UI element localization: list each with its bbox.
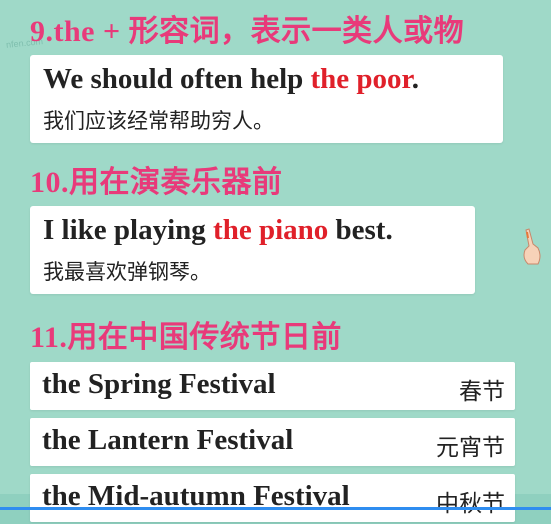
example-card-10: I like playing the piano best. 我最喜欢弹钢琴。 (30, 206, 475, 294)
video-progress-fill (0, 507, 551, 510)
section-11-heading: 11.用在中国传统节日前 (30, 321, 342, 354)
example-10-english: I like playing the piano best. (43, 214, 393, 246)
example-10-chinese: 我最喜欢弹钢琴。 (43, 260, 211, 284)
festival-chinese: 元宵节 (436, 435, 505, 461)
highlight-phrase: the poor (310, 63, 412, 95)
festival-english: the Lantern Festival (42, 424, 294, 456)
festival-row: the Mid-autumn Festival 中秋节 (30, 474, 515, 522)
hand-pointer-icon (523, 228, 541, 265)
section-9-heading: 9.the + 形容词，表示一类人或物 (30, 15, 465, 48)
festival-english: the Spring Festival (42, 368, 276, 400)
example-card-9: We should often help the poor. 我们应该经常帮助穷… (30, 55, 503, 143)
festival-chinese: 中秋节 (436, 491, 505, 517)
example-9-chinese: 我们应该经常帮助穷人。 (43, 109, 274, 133)
festival-row: the Spring Festival 春节 (30, 362, 515, 410)
example-9-english: We should often help the poor. (43, 63, 419, 95)
festival-chinese: 春节 (459, 379, 505, 405)
highlight-phrase: the piano (213, 214, 329, 246)
video-progress-bar[interactable] (0, 507, 551, 510)
section-10-heading: 10.用在演奏乐器前 (30, 166, 283, 199)
festival-row: the Lantern Festival 元宵节 (30, 418, 515, 466)
